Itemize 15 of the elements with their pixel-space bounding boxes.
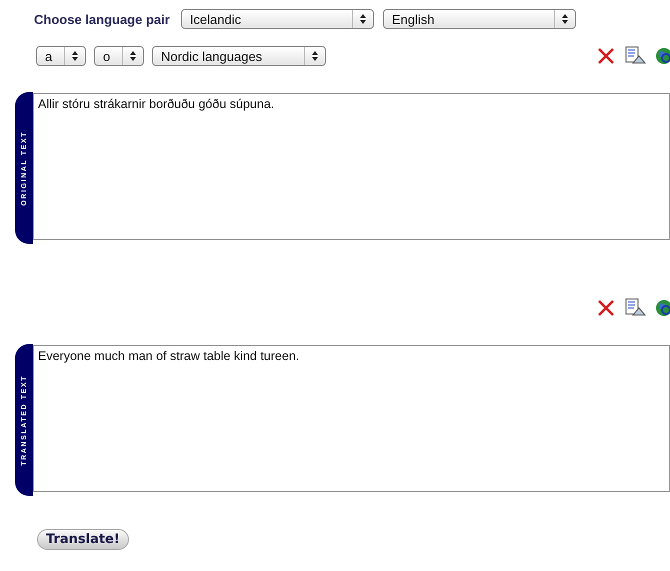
language-pair-label: Choose language pair bbox=[34, 12, 170, 26]
original-text-field[interactable]: Allir stóru strákarnir borðuðu góðu súpuna. bbox=[33, 93, 670, 240]
clear-icon[interactable] bbox=[596, 46, 616, 66]
character-select[interactable]: a bbox=[36, 46, 86, 66]
document-icon[interactable] bbox=[624, 46, 646, 66]
target-language-select[interactable]: English bbox=[382, 9, 576, 29]
source-language-select[interactable]: Icelandic bbox=[180, 9, 374, 29]
translate-button[interactable]: Translate! bbox=[37, 529, 129, 550]
globe-search-icon[interactable] bbox=[654, 46, 670, 66]
document-icon[interactable] bbox=[624, 298, 646, 318]
globe-search-icon[interactable] bbox=[654, 298, 670, 318]
clear-icon[interactable] bbox=[596, 298, 616, 318]
character-select[interactable]: o bbox=[94, 46, 144, 66]
language-group-select[interactable]: Nordic languages bbox=[152, 46, 326, 66]
translated-text-field[interactable]: Everyone much man of straw table kind tureen. bbox=[33, 345, 670, 492]
